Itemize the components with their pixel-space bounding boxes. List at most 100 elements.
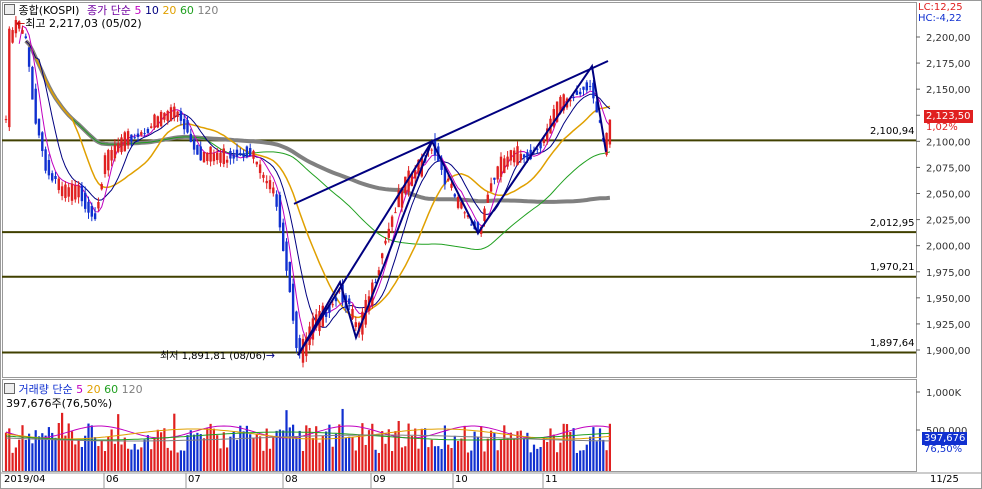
candle-body xyxy=(100,184,103,190)
volume-bar xyxy=(539,447,542,471)
volume-bar xyxy=(476,437,479,471)
x-label-6: 11 xyxy=(545,474,558,485)
volume-bar xyxy=(513,439,516,471)
ma60-label[interactable]: 60 xyxy=(180,4,194,17)
candle-body xyxy=(47,160,51,176)
x-label-4: 09 xyxy=(373,474,386,485)
candle-body xyxy=(199,146,202,161)
candle-body xyxy=(113,145,117,159)
volume-bar xyxy=(410,435,413,471)
candle-body xyxy=(387,228,390,238)
volume-bar xyxy=(397,420,400,471)
candle-body xyxy=(120,137,123,153)
volume-bar xyxy=(311,438,314,471)
volume-bar xyxy=(348,436,351,471)
volume-bar xyxy=(222,432,225,471)
volume-bar xyxy=(232,430,235,471)
candle-body xyxy=(447,178,450,181)
y-tick-label: 2,175,00 xyxy=(926,59,971,70)
candle-body xyxy=(179,111,183,121)
candle-body xyxy=(60,186,64,197)
candle-body xyxy=(51,173,54,181)
volume-bar xyxy=(163,428,166,471)
candle-body xyxy=(496,166,499,180)
hline-label-2: 2,012,95 xyxy=(870,218,915,229)
candle-body xyxy=(522,154,526,158)
volume-bar xyxy=(506,438,509,471)
candle-body xyxy=(166,110,169,121)
candle-body xyxy=(130,134,133,142)
volume-bar xyxy=(278,429,281,471)
x-label-3: 08 xyxy=(285,474,298,485)
candle-body xyxy=(140,132,143,135)
candle-body xyxy=(107,150,110,171)
candle-body xyxy=(519,153,522,161)
volume-bar xyxy=(47,427,50,471)
candle-body xyxy=(44,149,47,171)
volume-bar xyxy=(57,423,60,471)
candle-body xyxy=(136,133,140,137)
candle-body xyxy=(159,111,163,127)
volume-bar xyxy=(288,427,291,471)
last-pct: 1,02% xyxy=(926,122,958,133)
volume-bar xyxy=(156,429,159,471)
volume-bar xyxy=(595,441,598,471)
ma10-label[interactable]: 10 xyxy=(145,4,159,17)
volume-bar xyxy=(325,431,328,471)
volume-bar xyxy=(338,424,341,471)
volume-bar xyxy=(295,437,298,471)
volume-bar xyxy=(11,452,14,471)
candle-body xyxy=(572,97,575,99)
candle-body xyxy=(192,139,196,150)
candle-body xyxy=(249,148,252,156)
volume-bar xyxy=(90,425,93,471)
candle-body xyxy=(381,253,384,259)
candle-body xyxy=(27,47,31,67)
candle-body xyxy=(225,159,229,163)
candle-body xyxy=(183,118,186,130)
candle-body xyxy=(513,150,516,163)
candle-body xyxy=(84,192,87,209)
volume-bar xyxy=(272,437,275,471)
candle-body xyxy=(506,156,509,167)
ma20-label[interactable]: 20 xyxy=(162,4,176,17)
candle-body xyxy=(24,36,27,39)
candle-body xyxy=(222,148,225,165)
low-note: 최저 1,891,81 (08/06) xyxy=(160,351,266,362)
volume-menu-icon[interactable] xyxy=(4,383,15,394)
candle-body xyxy=(126,131,130,146)
volume-bar xyxy=(480,426,483,471)
y-tick-label: 1,925,00 xyxy=(926,320,971,331)
volume-bar xyxy=(516,431,519,471)
candle-body xyxy=(90,206,93,217)
volume-bar xyxy=(404,446,407,471)
hline-label-1: 2,100,94 xyxy=(870,126,915,137)
x-label-1: 06 xyxy=(106,474,119,485)
vma120-label[interactable]: 120 xyxy=(122,383,143,396)
candle-body xyxy=(189,133,192,142)
volume-bar xyxy=(529,452,532,471)
menu-icon[interactable] xyxy=(4,4,15,15)
candle-body xyxy=(156,116,159,128)
volume-bar xyxy=(549,428,552,471)
volume-bar xyxy=(24,439,27,471)
volume-current: 397,676주(76,50%) xyxy=(6,397,113,410)
chart-canvas[interactable]: 1,900,00 1,925,00 1,950,00 1,975,00 2,000,00… xyxy=(0,0,982,489)
volume-bar xyxy=(460,438,463,471)
volume-bar xyxy=(196,432,199,471)
volume-bar xyxy=(150,449,153,471)
chart-window: 1,900,00 1,925,00 1,950,00 1,975,00 2,000,00… xyxy=(0,0,982,489)
candle-body xyxy=(74,185,77,200)
candle-body xyxy=(582,86,585,90)
volume-bar xyxy=(427,447,430,471)
candle-body xyxy=(8,28,11,128)
volume-bar xyxy=(341,408,344,471)
candle-body xyxy=(585,82,588,91)
volume-bar xyxy=(377,452,380,471)
high-note: 최고 2,217,03 (05/02) xyxy=(25,17,142,30)
ma120-label[interactable]: 120 xyxy=(197,4,218,17)
y-tick-label: 2,200,00 xyxy=(926,33,971,44)
volume-bar xyxy=(37,436,41,471)
volume-bar xyxy=(493,432,496,471)
volume-bar xyxy=(387,429,390,471)
